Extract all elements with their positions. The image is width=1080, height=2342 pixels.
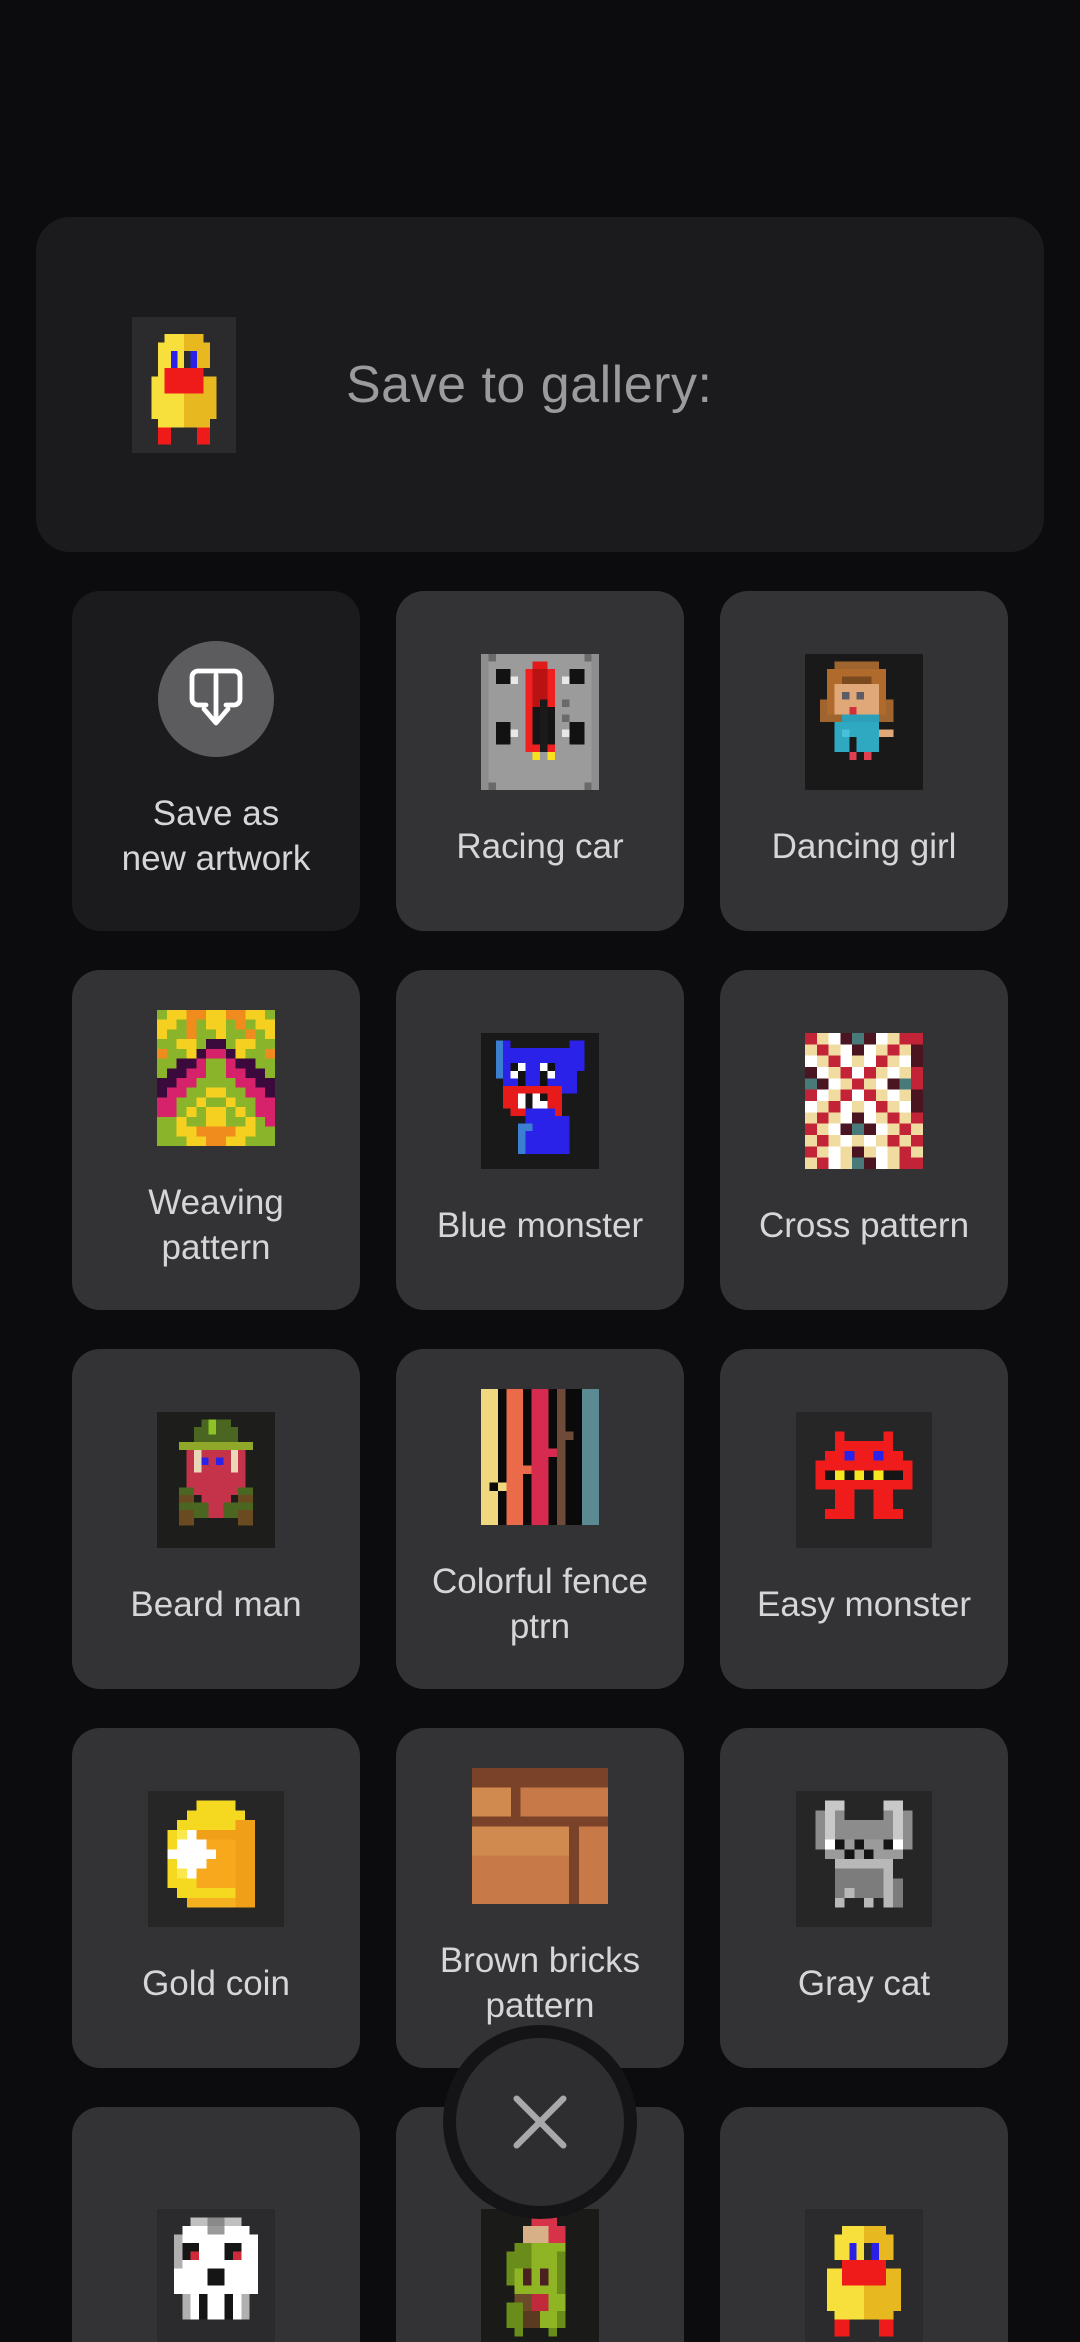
yellow-chick-sprite [805,2209,923,2342]
card-label: Gold coin [142,1963,290,2003]
easy-monster-sprite [796,1411,932,1548]
save-download-icon [158,641,274,757]
card-label: Colorful fence ptrn [432,1559,648,1649]
card-label-line1: Save as [152,794,280,833]
artwork-card-racing-car[interactable]: Racing car [396,591,684,931]
gold-coin-sprite [148,1790,284,1927]
dancing-girl-sprite [805,653,923,790]
card-label: Racing car [456,826,624,866]
artwork-card-dancing-girl[interactable]: Dancing girl [720,591,1008,931]
card-label: Gray cat [797,1963,931,2003]
card-label-line2: ptrn [509,1607,571,1646]
close-button[interactable] [443,2025,637,2219]
cross-pattern-sprite [805,1032,923,1169]
gray-cat-sprite [796,1790,932,1927]
beard-man-sprite [157,1411,275,1548]
artwork-card-gray-cat[interactable]: Gray cat [720,1728,1008,2068]
green-zombie-sprite [481,2209,599,2342]
artwork-card-easy-monster[interactable]: Easy monster [720,1349,1008,1689]
artwork-card-blue-monster[interactable]: Blue monster [396,970,684,1310]
blue-monster-sprite [481,1032,599,1169]
card-label: Dancing girl [771,826,957,866]
card-label-line1: Weaving [148,1183,284,1222]
card-label: Easy monster [757,1584,971,1624]
save-to-gallery-screen: Save to gallery: Save as new artwork Rac… [0,0,1080,2342]
white-skull-sprite [157,2209,275,2342]
header-panel: Save to gallery: [36,217,1044,552]
card-label: Cross pattern [758,1205,970,1245]
card-label: Save as new artwork [122,791,311,881]
artwork-card-white-skull[interactable] [72,2107,360,2342]
save-as-new-artwork-button[interactable]: Save as new artwork [72,591,360,931]
card-label-line1: Brown bricks [439,1941,641,1980]
card-label: Brown bricks pattern [440,1938,640,2028]
card-label: Weaving pattern [148,1180,284,1270]
artwork-card-yellow-chick[interactable] [720,2107,1008,2342]
colorful-fence-sprite [481,1389,599,1525]
card-label: Beard man [130,1584,302,1624]
racing-car-sprite [481,653,599,790]
artwork-card-beard-man[interactable]: Beard man [72,1349,360,1689]
artwork-card-cross-pattern[interactable]: Cross pattern [720,970,1008,1310]
card-label-line2: pattern [161,1228,271,1267]
card-label-line1: Colorful fence [432,1562,648,1601]
weaving-pattern-sprite [157,1010,275,1146]
card-label-line2: pattern [485,1986,595,2025]
page-title: Save to gallery: [346,355,713,414]
close-icon [513,2095,567,2149]
card-label: Blue monster [436,1205,644,1245]
brown-bricks-sprite [472,1768,608,1904]
current-artwork-thumbnail [132,316,236,453]
artwork-card-gold-coin[interactable]: Gold coin [72,1728,360,2068]
artwork-card-colorful-fence[interactable]: Colorful fence ptrn [396,1349,684,1689]
card-label-line2: new artwork [121,839,311,878]
artwork-card-brown-bricks[interactable]: Brown bricks pattern [396,1728,684,2068]
artwork-card-weaving-pattern[interactable]: Weaving pattern [72,970,360,1310]
